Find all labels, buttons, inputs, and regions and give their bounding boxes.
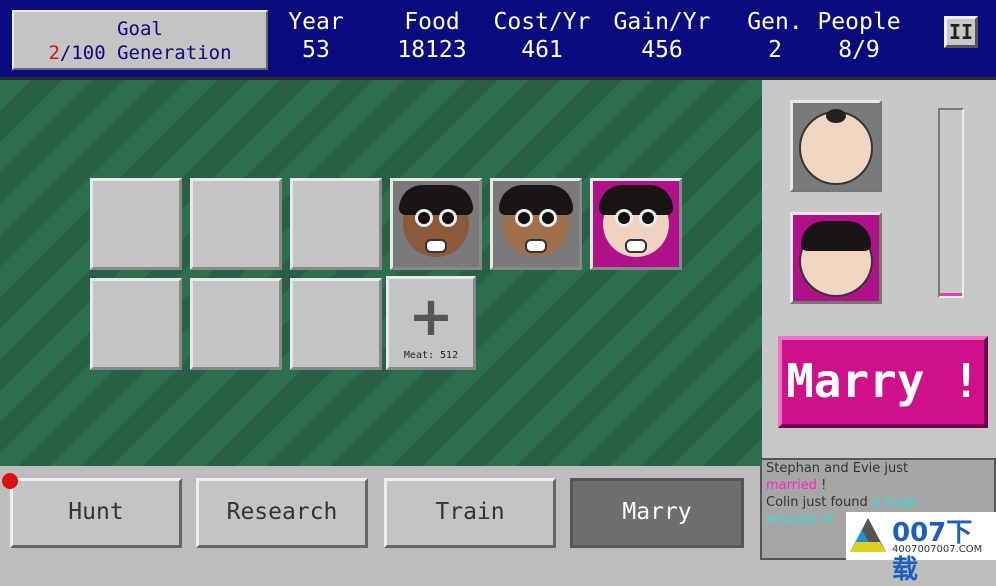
eye <box>615 209 633 227</box>
empty-slot[interactable] <box>190 178 282 270</box>
hair <box>826 109 846 123</box>
plus-icon: + <box>408 285 454 348</box>
pacifier-icon <box>525 239 547 253</box>
stat-value: 53 <box>302 37 330 63</box>
log-line: Colin just found a huge <box>766 494 990 511</box>
partner-portrait-male[interactable] <box>790 100 882 192</box>
play-field <box>0 80 762 466</box>
hair <box>599 185 673 215</box>
log-text: ! <box>816 478 827 493</box>
stat-gain: Gain/Yr 456 <box>606 8 718 64</box>
stat-generation: Gen. 2 <box>740 8 810 64</box>
eye <box>439 209 457 227</box>
baby-slot[interactable] <box>490 178 582 270</box>
hair <box>499 185 573 215</box>
tab-train[interactable]: Train <box>384 478 556 548</box>
log-text: Colin just found <box>766 495 872 510</box>
partner-portrait-female[interactable] <box>790 212 882 304</box>
goal-target: /100 Generation <box>59 42 232 64</box>
hair <box>801 221 871 251</box>
stat-value: 8/9 <box>838 37 880 63</box>
log-highlight: married <box>766 478 817 493</box>
stat-value: 456 <box>641 37 683 63</box>
notification-dot <box>2 473 18 489</box>
empty-slot[interactable] <box>90 278 182 370</box>
goal-progress: 2/100 Generation <box>14 41 266 65</box>
pacifier-icon <box>425 239 447 253</box>
stat-value: 2 <box>768 37 782 63</box>
eye <box>515 209 533 227</box>
empty-slot[interactable] <box>290 178 382 270</box>
tab-hunt[interactable]: Hunt <box>10 478 182 548</box>
eye <box>639 209 657 227</box>
stat-year: Year 53 <box>280 8 352 64</box>
empty-slot[interactable] <box>190 278 282 370</box>
marry-progress-bar <box>938 108 964 298</box>
watermark-triangle-icon <box>850 518 886 552</box>
add-baby-button[interactable]: + Meat: 512 <box>386 276 476 370</box>
eye <box>415 209 433 227</box>
stat-food: Food 18123 <box>390 8 474 64</box>
empty-slot[interactable] <box>290 278 382 370</box>
stat-label: People <box>817 9 901 35</box>
stat-label: Cost/Yr <box>493 9 591 35</box>
log-highlight: a huge <box>871 495 917 510</box>
goal-label: Goal <box>117 18 163 40</box>
tab-research[interactable]: Research <box>196 478 368 548</box>
top-bar: Goal 2/100 Generation Year 53 Food 18123 C… <box>0 0 996 80</box>
log-line: Stephan and Evie just <box>766 461 909 476</box>
meat-cost: Meat: 512 <box>403 350 459 361</box>
hair <box>399 185 473 215</box>
empty-slot[interactable] <box>90 178 182 270</box>
stat-label: Gen. <box>747 9 803 35</box>
tab-marry[interactable]: Marry <box>570 478 744 548</box>
pacifier-icon <box>625 239 647 253</box>
stat-value: 18123 <box>397 37 467 63</box>
stat-value: 461 <box>521 37 563 63</box>
stat-people: People 8/9 <box>814 8 904 64</box>
marry-button[interactable]: Marry ! <box>778 336 988 428</box>
baby-slot[interactable] <box>390 178 482 270</box>
log-line: married ! <box>766 477 990 494</box>
progress-fill <box>940 293 962 296</box>
stat-label: Food <box>404 9 460 35</box>
stat-label: Gain/Yr <box>613 9 711 35</box>
baby-slot[interactable] <box>590 178 682 270</box>
goal-box: Goal 2/100 Generation <box>12 10 268 70</box>
watermark-url: 4007007007.COM <box>892 544 983 555</box>
stat-cost: Cost/Yr 461 <box>486 8 598 64</box>
stat-label: Year <box>288 9 344 35</box>
pause-button[interactable]: II <box>944 16 978 48</box>
eye <box>539 209 557 227</box>
goal-current: 2 <box>48 42 60 64</box>
watermark-logo: 007下载 4007007007.COM <box>846 512 996 585</box>
